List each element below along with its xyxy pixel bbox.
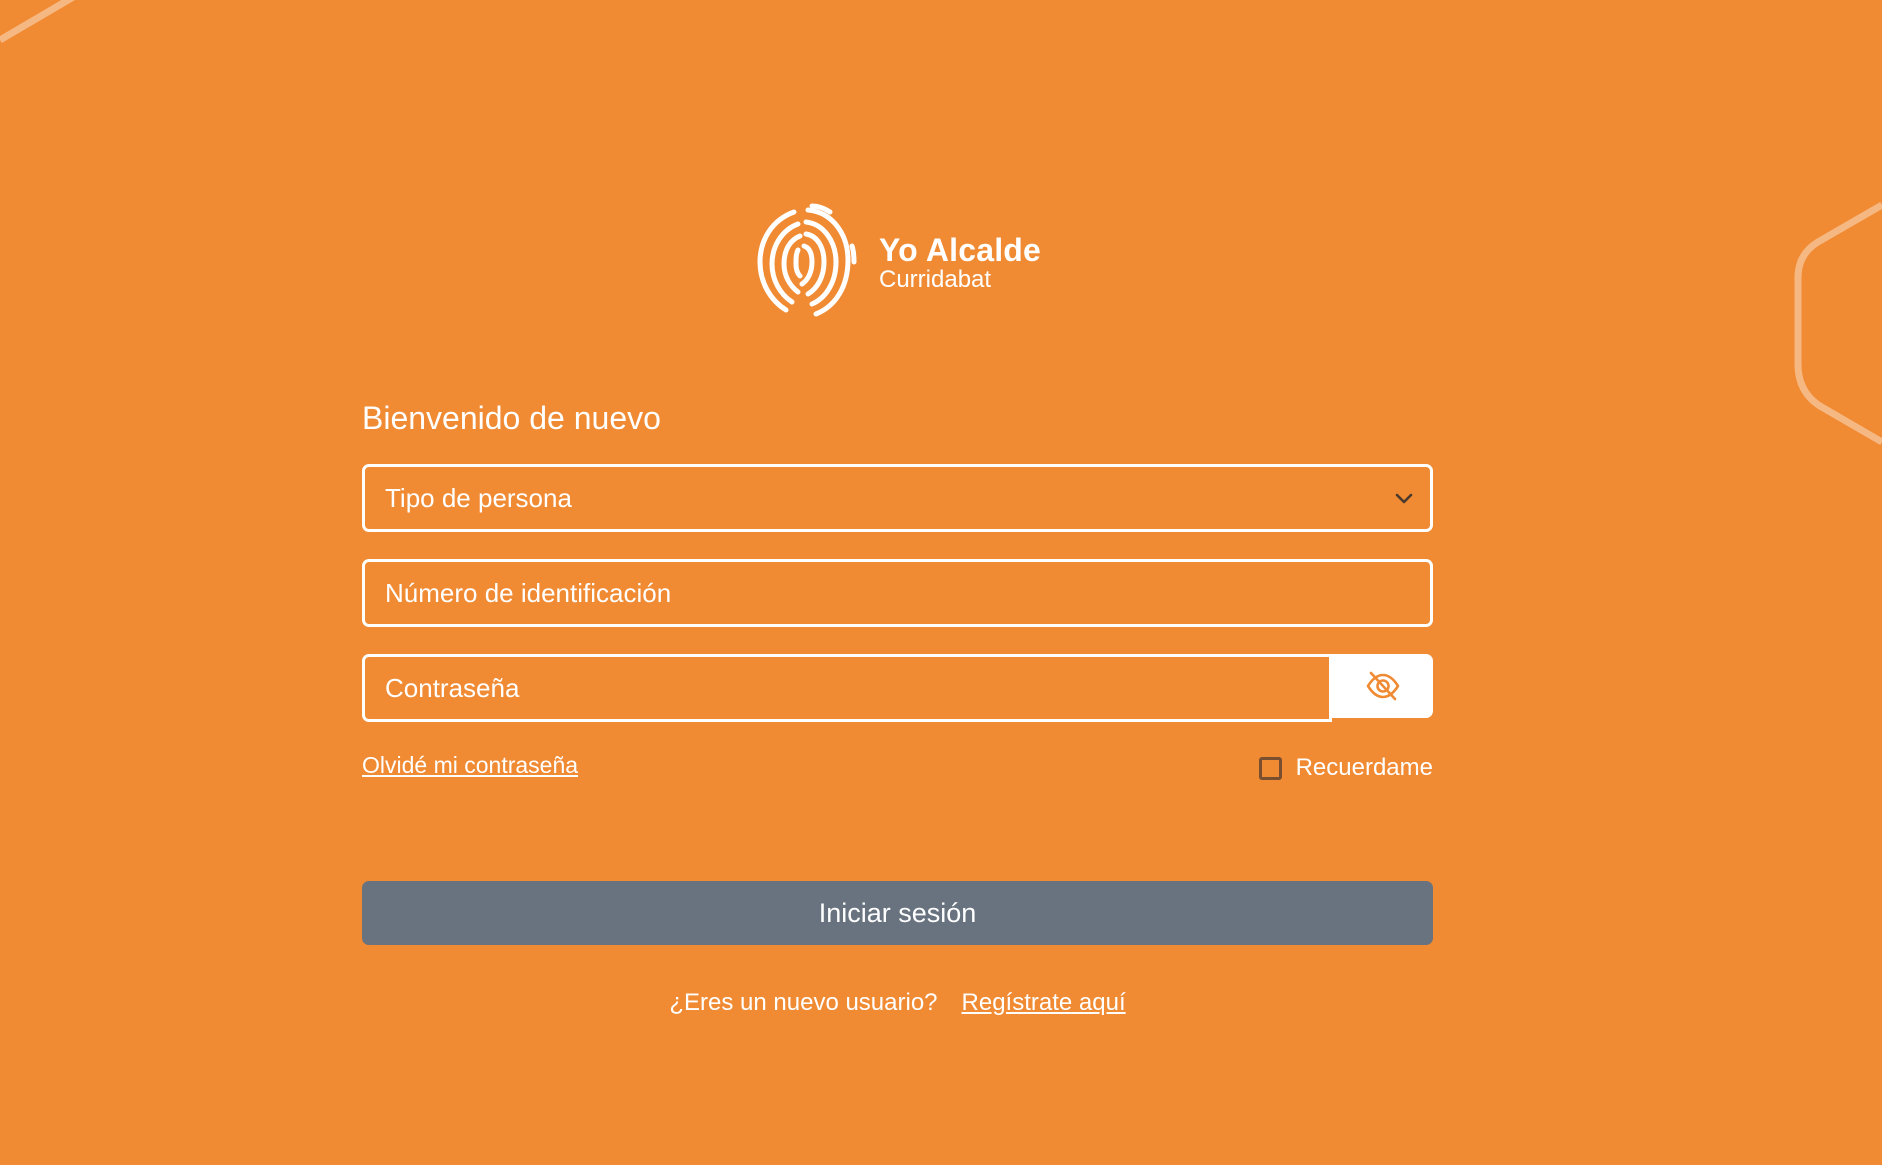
new-user-prompt: ¿Eres un nuevo usuario? (669, 989, 938, 1016)
id-number-field[interactable]: Número de identificación (362, 559, 1433, 627)
brand-subtitle: Curridabat (879, 266, 992, 293)
register-link[interactable]: Regístrate aquí (962, 989, 1126, 1017)
person-type-select-value: Tipo de persona (385, 483, 572, 513)
brand-title: Yo Alcalde (879, 232, 1042, 268)
id-number-placeholder: Número de identificación (385, 578, 672, 608)
password-visibility-toggle[interactable] (1331, 654, 1433, 718)
password-placeholder: Contraseña (385, 673, 520, 703)
password-field[interactable]: Contraseña (362, 654, 1332, 722)
remember-me[interactable]: Recuerdame (1258, 753, 1433, 783)
remember-me-label: Recuerdame (1295, 754, 1433, 781)
chevron-down-icon[interactable] (1392, 487, 1416, 511)
signup-row: ¿Eres un nuevo usuario? Regístrate aquí (362, 989, 1433, 1017)
brand-logo: Yo Alcalde Curridabat (752, 202, 1052, 322)
person-type-select[interactable]: Tipo de persona (362, 464, 1433, 532)
eye-slash-icon (1366, 671, 1400, 701)
login-button[interactable]: Iniciar sesión (362, 881, 1433, 945)
forgot-password-link[interactable]: Olvidé mi contraseña (362, 752, 578, 779)
remember-me-checkbox[interactable] (1258, 756, 1282, 780)
fingerprint-icon (757, 203, 857, 317)
welcome-heading: Bienvenido de nuevo (362, 400, 661, 436)
